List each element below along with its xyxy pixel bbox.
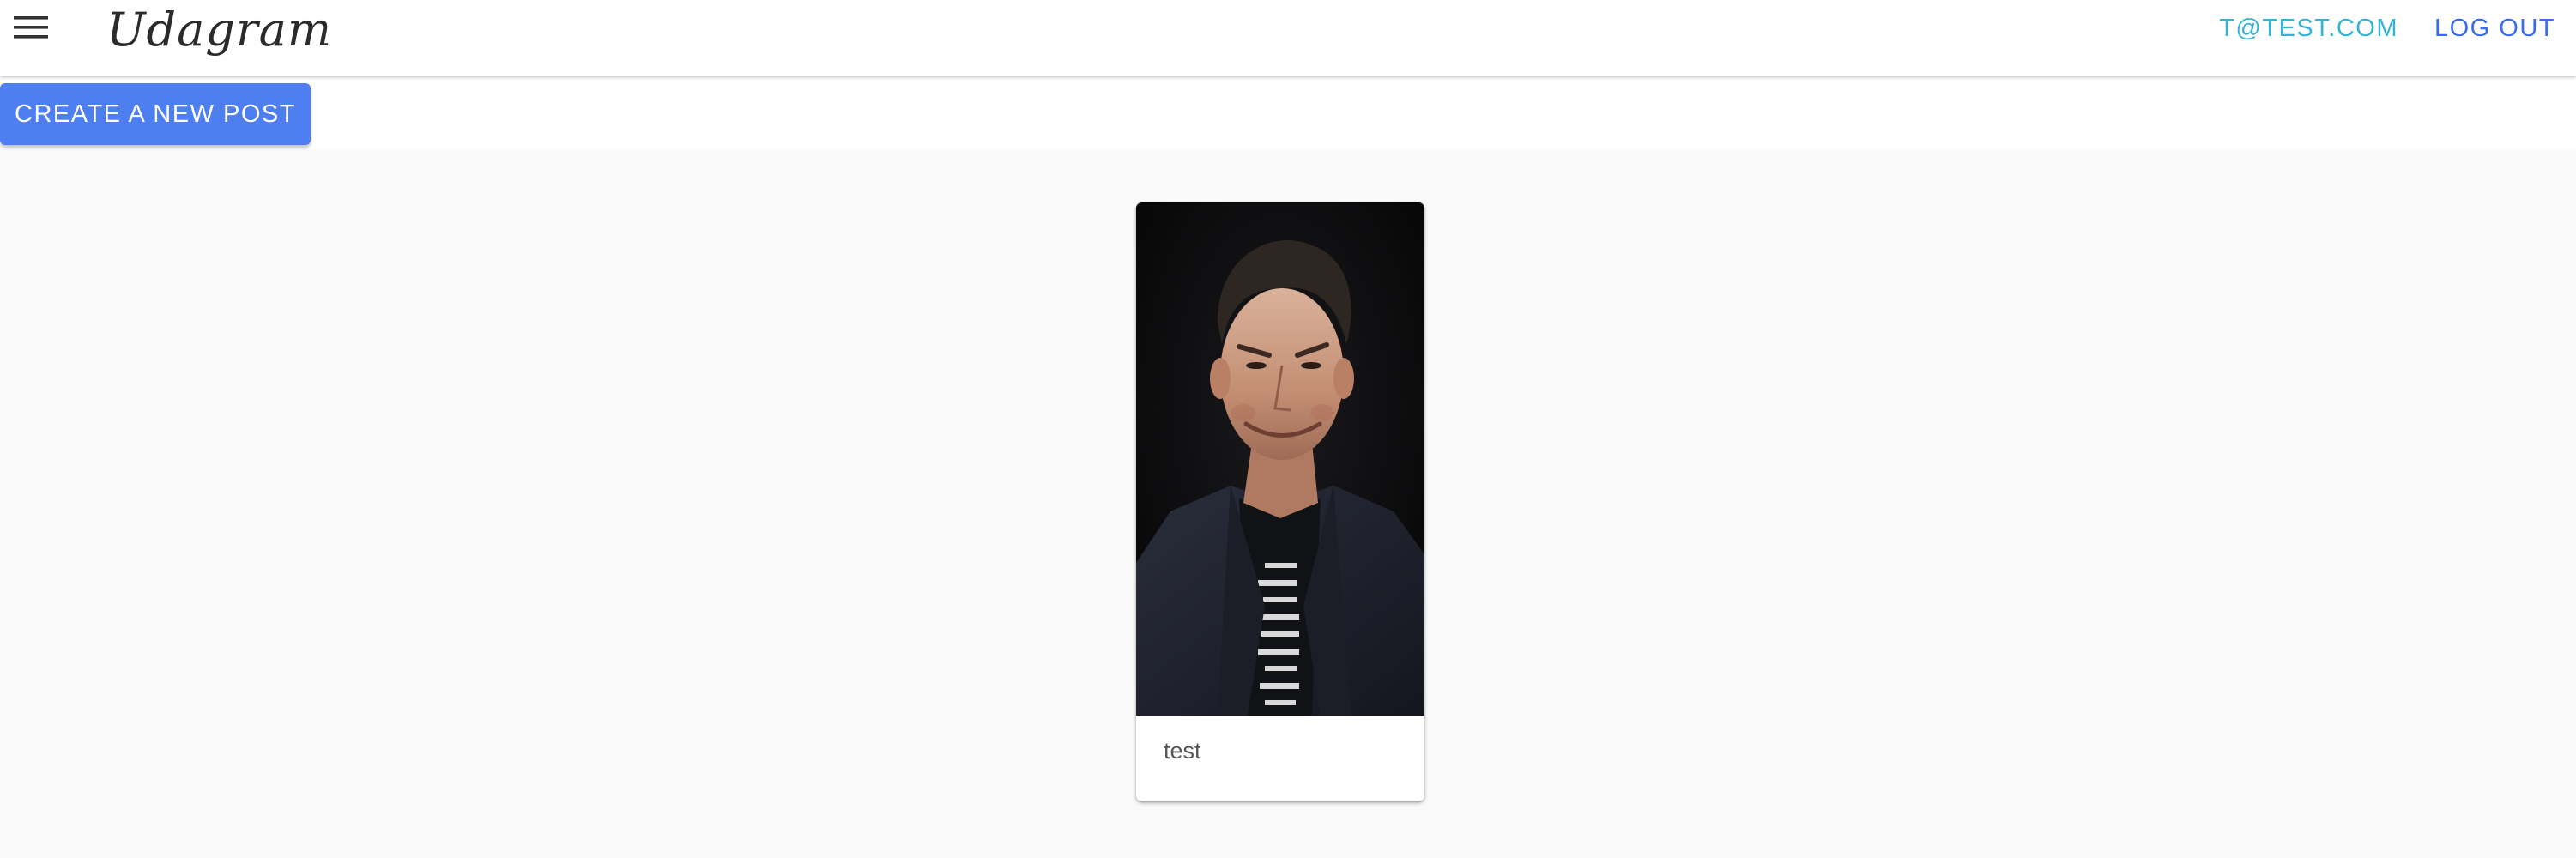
action-bar: CREATE A NEW POST [0, 76, 2576, 149]
portrait-photo [1136, 202, 1424, 716]
post-caption: test [1164, 738, 1201, 764]
hamburger-menu-icon [14, 16, 48, 39]
app-logo[interactable]: Udagram [106, 0, 332, 60]
user-nav: T@TEST.COM LOG OUT [2183, 7, 2555, 50]
logout-button[interactable]: LOG OUT [2434, 7, 2555, 50]
user-email-link[interactable]: T@TEST.COM [2219, 7, 2398, 50]
post-feed: test [0, 149, 2576, 858]
menu-button[interactable] [5, 5, 57, 50]
create-post-button[interactable]: CREATE A NEW POST [0, 83, 311, 145]
top-toolbar: Udagram T@TEST.COM LOG OUT [0, 0, 2576, 76]
post-image [1136, 202, 1424, 716]
post-card[interactable]: test [1136, 202, 1424, 801]
